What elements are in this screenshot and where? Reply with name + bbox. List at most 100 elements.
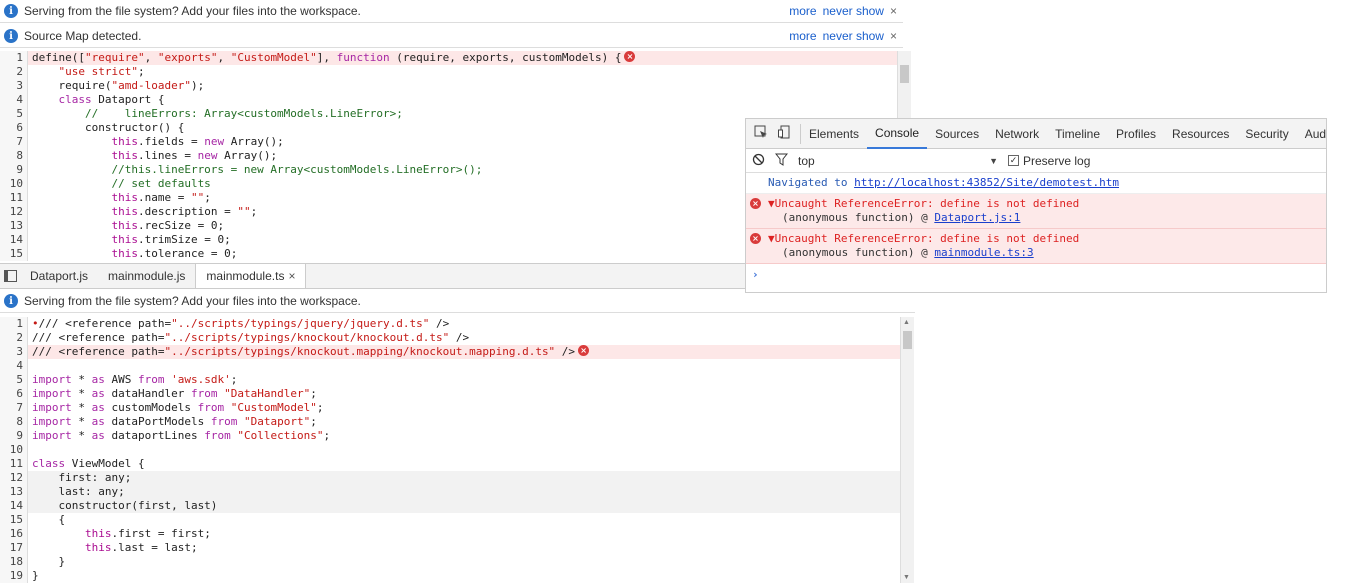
code-line[interactable]: 1 define(["require", "exports", "CustomMo…	[0, 51, 897, 65]
line-number[interactable]: 7	[0, 401, 28, 415]
line-number[interactable]: 6	[0, 121, 28, 135]
context-value: top	[798, 153, 815, 168]
console-prompt[interactable]: ›	[746, 264, 1326, 285]
code-line[interactable]: 13 last: any;	[0, 485, 900, 499]
line-number[interactable]: 12	[0, 471, 28, 485]
code-line[interactable]: 2 /// <reference path="../scripts/typings…	[0, 331, 900, 345]
devtools-tab[interactable]: Sources	[927, 119, 987, 149]
error-icon[interactable]: ×	[624, 51, 636, 62]
toggle-navigator-icon[interactable]	[0, 264, 20, 288]
line-number[interactable]: 4	[0, 359, 28, 373]
code-line[interactable]: 19}	[0, 569, 900, 583]
line-number[interactable]: 17	[0, 541, 28, 555]
line-number[interactable]: 13	[0, 219, 28, 233]
context-select[interactable]: top ▼	[798, 154, 998, 168]
file-tab[interactable]: mainmodule.ts ×	[195, 264, 307, 288]
clear-console-icon[interactable]	[752, 153, 765, 169]
code-line[interactable]: 14 constructor(first, last)	[0, 499, 900, 513]
line-number[interactable]: 8	[0, 415, 28, 429]
line-number[interactable]: 2	[0, 331, 28, 345]
error-icon: ×	[750, 198, 761, 209]
line-number[interactable]: 6	[0, 387, 28, 401]
line-number[interactable]: 1	[0, 51, 28, 65]
code-line[interactable]: 1 •/// <reference path="../scripts/typing…	[0, 317, 900, 331]
checkbox-checked-icon[interactable]: ✓	[1008, 155, 1019, 166]
devtools-tab[interactable]: Console	[867, 119, 928, 149]
device-mode-icon[interactable]	[778, 125, 792, 142]
file-tab[interactable]: Dataport.js	[20, 264, 98, 288]
line-number[interactable]: 15	[0, 247, 28, 261]
workspace-infobar: i Serving from the file system? Add your…	[0, 0, 903, 23]
devtools-tab[interactable]: Network	[987, 119, 1047, 149]
line-number[interactable]: 4	[0, 93, 28, 107]
code-line[interactable]: 8 import * as dataPortModels from "Datapo…	[0, 415, 900, 429]
never-show-link[interactable]: never show	[823, 4, 884, 18]
error-icon[interactable]: ×	[578, 345, 590, 356]
inspect-element-icon[interactable]	[754, 125, 768, 142]
line-number[interactable]: 12	[0, 205, 28, 219]
line-number[interactable]: 3	[0, 79, 28, 93]
navigated-url-link[interactable]: http://localhost:43852/Site/demotest.htm	[854, 176, 1119, 189]
line-number[interactable]: 1	[0, 317, 28, 331]
code-line[interactable]: 9 import * as dataportLines from "Collect…	[0, 429, 900, 443]
code-text: this.tolerance = 0;	[111, 247, 238, 260]
devtools-tab[interactable]: Profiles	[1108, 119, 1164, 149]
code-line[interactable]: 15 {	[0, 513, 900, 527]
code-line[interactable]: 11 class ViewModel {	[0, 457, 900, 471]
line-number[interactable]: 10	[0, 177, 28, 191]
source-link[interactable]: Dataport.js:1	[934, 211, 1020, 224]
line-number[interactable]: 18	[0, 555, 28, 569]
source-link[interactable]: mainmodule.ts:3	[934, 246, 1033, 259]
line-number[interactable]: 3	[0, 345, 28, 359]
editor-scrollbar[interactable]: ▲ ▼	[900, 317, 914, 583]
code-line[interactable]: 7 import * as customModels from "CustomMo…	[0, 401, 900, 415]
code-editor-mainmodule[interactable]: 1 •/// <reference path="../scripts/typing…	[0, 317, 900, 585]
preserve-log-label: Preserve log	[1023, 153, 1091, 168]
code-line[interactable]: 18 }	[0, 555, 900, 569]
line-number[interactable]: 9	[0, 429, 28, 443]
close-tab-icon[interactable]: ×	[288, 269, 295, 283]
devtools-tab[interactable]: Resources	[1164, 119, 1237, 149]
code-line[interactable]: 5 import * as AWS from 'aws.sdk';	[0, 373, 900, 387]
line-number[interactable]: 2	[0, 65, 28, 79]
line-number[interactable]: 5	[0, 107, 28, 121]
devtools-tab[interactable]: Timeline	[1047, 119, 1108, 149]
line-number[interactable]: 16	[0, 527, 28, 541]
close-icon[interactable]: ×	[890, 4, 897, 18]
line-number[interactable]: 8	[0, 149, 28, 163]
code-line[interactable]: 4	[0, 359, 900, 373]
line-number[interactable]: 9	[0, 163, 28, 177]
line-number[interactable]: 14	[0, 233, 28, 247]
code-line[interactable]: 12 first: any;	[0, 471, 900, 485]
devtools-tab[interactable]: Security	[1237, 119, 1296, 149]
more-link[interactable]: more	[789, 29, 816, 43]
code-line[interactable]: 10	[0, 443, 900, 457]
line-number[interactable]: 13	[0, 485, 28, 499]
line-number[interactable]: 19	[0, 569, 28, 583]
line-number[interactable]: 15	[0, 513, 28, 527]
devtools-tab[interactable]: Elements	[801, 119, 867, 149]
line-number[interactable]: 5	[0, 373, 28, 387]
code-line[interactable]: 3 /// <reference path="../scripts/typings…	[0, 345, 900, 359]
code-line[interactable]: 17 this.last = last;	[0, 541, 900, 555]
close-icon[interactable]: ×	[890, 29, 897, 43]
devtools-tab[interactable]: Aud	[1297, 119, 1334, 149]
code-line[interactable]: 2 "use strict";	[0, 65, 897, 79]
line-number[interactable]: 14	[0, 499, 28, 513]
console-error-message[interactable]: × ▼Uncaught ReferenceError: define is not…	[746, 229, 1326, 264]
file-tab[interactable]: mainmodule.js	[98, 264, 195, 288]
line-number[interactable]: 10	[0, 443, 28, 457]
console-error-message[interactable]: × ▼Uncaught ReferenceError: define is not…	[746, 194, 1326, 229]
code-line[interactable]: 4 class Dataport {	[0, 93, 897, 107]
code-line[interactable]: 3 require("amd-loader");	[0, 79, 897, 93]
code-line[interactable]: 6 import * as dataHandler from "DataHandl…	[0, 387, 900, 401]
filter-icon[interactable]	[774, 153, 789, 169]
line-number[interactable]: 11	[0, 457, 28, 471]
code-text: class ViewModel {	[32, 457, 145, 470]
code-line[interactable]: 16 this.first = first;	[0, 527, 900, 541]
preserve-log-checkbox[interactable]: ✓ Preserve log	[1008, 154, 1090, 168]
line-number[interactable]: 7	[0, 135, 28, 149]
never-show-link[interactable]: never show	[823, 29, 884, 43]
line-number[interactable]: 11	[0, 191, 28, 205]
more-link[interactable]: more	[789, 4, 816, 18]
